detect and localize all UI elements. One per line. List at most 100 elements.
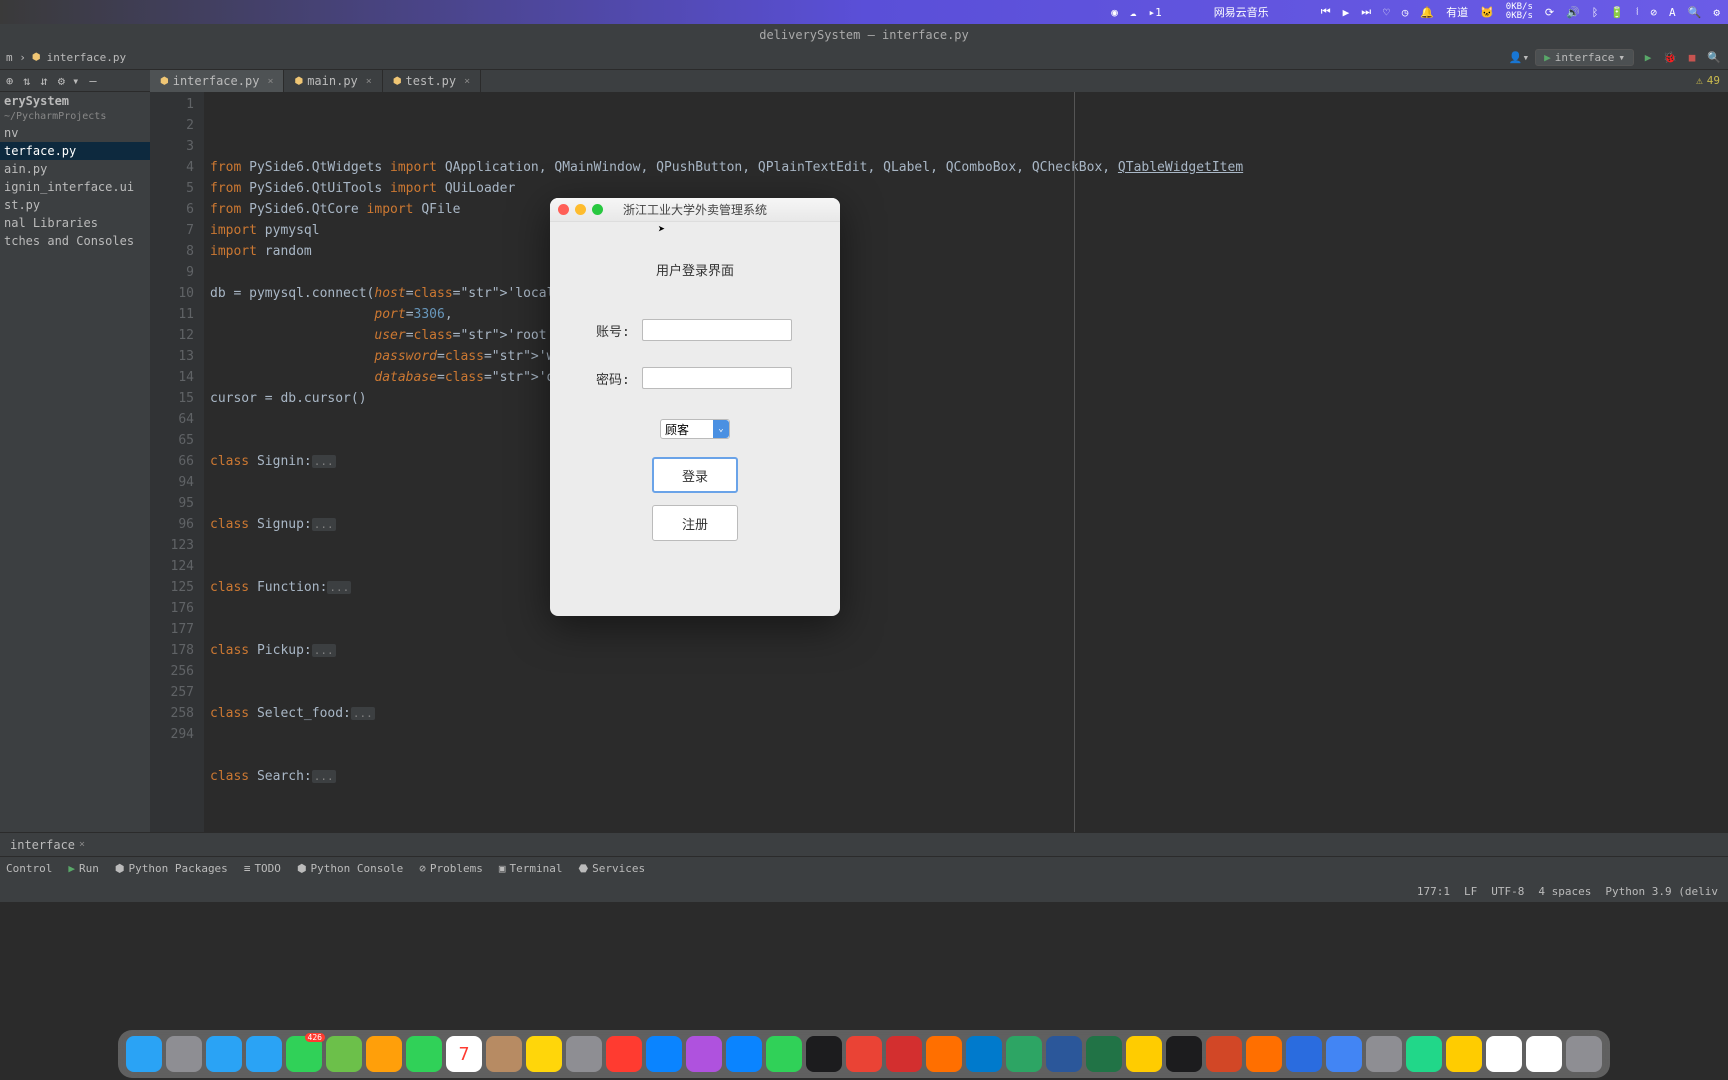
tab-test[interactable]: ⬢test.py× bbox=[383, 70, 481, 92]
dock-safari-icon[interactable] bbox=[206, 1036, 242, 1072]
login-button[interactable]: 登录 bbox=[652, 457, 738, 493]
close-icon[interactable]: × bbox=[366, 76, 372, 87]
sync-icon[interactable]: ⟳ bbox=[1545, 6, 1554, 19]
clock-icon[interactable]: ◷ bbox=[1402, 6, 1409, 19]
tree-item[interactable]: nal Libraries bbox=[0, 214, 150, 232]
close-icon[interactable]: × bbox=[464, 76, 470, 87]
dialog-titlebar[interactable]: 浙江工业大学外卖管理系统 bbox=[550, 198, 840, 222]
gear-icon[interactable]: ⚙ ▾ bbox=[58, 74, 80, 88]
bell-icon[interactable]: 🔔 bbox=[1420, 6, 1434, 19]
dock-settings-icon[interactable] bbox=[566, 1036, 602, 1072]
wifi-icon[interactable]: ⧙ bbox=[1636, 5, 1638, 19]
dock-app-icon[interactable] bbox=[1366, 1036, 1402, 1072]
password-input[interactable] bbox=[642, 367, 792, 389]
dock-facetime-icon[interactable] bbox=[406, 1036, 442, 1072]
dock-mail-icon[interactable] bbox=[246, 1036, 282, 1072]
input-icon[interactable]: A bbox=[1669, 6, 1676, 19]
warning-badge[interactable]: ⚠ 49 bbox=[1696, 74, 1720, 87]
dock-paper-icon[interactable] bbox=[1326, 1036, 1362, 1072]
code-area[interactable]: 1234567891011121314156465669495961231241… bbox=[150, 92, 1728, 832]
collapse-icon[interactable]: ⇵ bbox=[40, 74, 47, 88]
dock-excel-icon[interactable] bbox=[1086, 1036, 1122, 1072]
cat-icon[interactable]: 🐱 bbox=[1480, 6, 1494, 19]
dock-pycharm-icon[interactable] bbox=[1406, 1036, 1442, 1072]
dock-word-icon[interactable] bbox=[1046, 1036, 1082, 1072]
prev-track-icon[interactable]: ⏮ bbox=[1321, 5, 1331, 19]
username-input[interactable] bbox=[642, 319, 792, 341]
run-config-selector[interactable]: ▶ interface ▾ bbox=[1535, 49, 1634, 66]
dock-ppt-icon[interactable] bbox=[1206, 1036, 1242, 1072]
services-button[interactable]: ⬣ Services bbox=[578, 862, 645, 875]
battery-icon[interactable]: 🔋 bbox=[1610, 6, 1624, 19]
dock-baidu-icon[interactable] bbox=[1286, 1036, 1322, 1072]
dock-matlab-icon[interactable] bbox=[926, 1036, 962, 1072]
close-icon[interactable]: × bbox=[79, 839, 85, 850]
play-icon[interactable]: ▶ bbox=[1343, 6, 1350, 19]
dock-doc1-icon[interactable] bbox=[1486, 1036, 1522, 1072]
wechat-menubar-icon[interactable]: ☁ bbox=[1130, 6, 1137, 19]
dock-podcasts-icon[interactable] bbox=[686, 1036, 722, 1072]
dock-finder-icon[interactable] bbox=[126, 1036, 162, 1072]
dock-vscode-icon[interactable] bbox=[966, 1036, 1002, 1072]
bluetooth-icon[interactable]: ᛒ bbox=[1592, 6, 1599, 19]
dock-appstore-icon[interactable] bbox=[646, 1036, 682, 1072]
run-tab-interface[interactable]: interface× bbox=[0, 838, 95, 852]
expand-icon[interactable]: ⇅ bbox=[23, 74, 30, 88]
dock-maps-icon[interactable] bbox=[326, 1036, 362, 1072]
stop-button[interactable]: ■ bbox=[1684, 50, 1700, 66]
tree-item[interactable]: ignin_interface.ui bbox=[0, 178, 150, 196]
search-everywhere-icon[interactable]: 🔍 bbox=[1706, 50, 1722, 66]
tree-item[interactable]: ain.py bbox=[0, 160, 150, 178]
register-button[interactable]: 注册 bbox=[652, 505, 738, 541]
todo-button[interactable]: ≡ TODO bbox=[244, 862, 281, 875]
dock-wechat-icon[interactable] bbox=[766, 1036, 802, 1072]
next-track-icon[interactable]: ⏭ bbox=[1361, 5, 1371, 19]
heart-icon[interactable]: ♡ bbox=[1383, 6, 1390, 19]
run-tool-button[interactable]: ▶Run bbox=[68, 862, 99, 875]
dock-pen-icon[interactable] bbox=[1446, 1036, 1482, 1072]
problems-button[interactable]: ⊘ Problems bbox=[419, 862, 483, 875]
project-sidebar[interactable]: ⊕ ⇅ ⇵ ⚙ ▾ — erySystem ~/PycharmProjects … bbox=[0, 70, 150, 832]
dock-youdao-icon[interactable] bbox=[886, 1036, 922, 1072]
tree-item-selected[interactable]: terface.py bbox=[0, 142, 150, 160]
tree-item[interactable]: nv bbox=[0, 124, 150, 142]
target-icon[interactable]: ⊕ bbox=[6, 74, 13, 88]
hide-icon[interactable]: — bbox=[89, 74, 96, 88]
dock-launchpad-icon[interactable] bbox=[166, 1036, 202, 1072]
debug-button[interactable]: 🐞 bbox=[1662, 50, 1678, 66]
dock-music-icon[interactable] bbox=[606, 1036, 642, 1072]
dock-contacts-icon[interactable] bbox=[486, 1036, 522, 1072]
dock-wps-icon[interactable] bbox=[1246, 1036, 1282, 1072]
dock-idea-icon[interactable] bbox=[1166, 1036, 1202, 1072]
dock-doc2-icon[interactable] bbox=[1526, 1036, 1562, 1072]
dock-trash-icon[interactable] bbox=[1566, 1036, 1602, 1072]
dock-calendar-icon[interactable]: 7 bbox=[446, 1036, 482, 1072]
version-control-button[interactable]: Control bbox=[6, 862, 52, 875]
terminal-button[interactable]: ▣ Terminal bbox=[499, 862, 563, 875]
search-icon[interactable]: 🔍 bbox=[1688, 6, 1702, 19]
record-icon[interactable]: ◉ bbox=[1111, 6, 1118, 19]
breadcrumb-file[interactable]: interface.py bbox=[47, 51, 126, 64]
role-combobox[interactable]: 顾客 ⌄ bbox=[660, 419, 730, 439]
dock-photos-icon[interactable] bbox=[366, 1036, 402, 1072]
console-button[interactable]: ⬢ Python Console bbox=[297, 862, 403, 875]
run-button[interactable]: ▶ bbox=[1640, 50, 1656, 66]
tree-item[interactable]: tches and Consoles bbox=[0, 232, 150, 250]
dock-notes-icon[interactable] bbox=[526, 1036, 562, 1072]
volume-icon[interactable]: 🔊 bbox=[1566, 6, 1580, 19]
packages-button[interactable]: ⬢ Python Packages bbox=[115, 862, 228, 875]
youdao-icon[interactable]: 有道 bbox=[1446, 4, 1468, 20]
tab-interface[interactable]: ⬢interface.py× bbox=[150, 70, 284, 92]
dock-chrome-icon[interactable] bbox=[846, 1036, 882, 1072]
dock-terminal-icon[interactable] bbox=[806, 1036, 842, 1072]
spotlight-icon[interactable]: ⊘ bbox=[1650, 6, 1657, 19]
tree-item[interactable]: st.py bbox=[0, 196, 150, 214]
project-root[interactable]: erySystem ~/PycharmProjects bbox=[0, 92, 150, 124]
tab-main[interactable]: ⬢main.py× bbox=[284, 70, 382, 92]
code-content[interactable]: from PySide6.QtWidgets import QApplicati… bbox=[204, 92, 1728, 832]
dock-qq-icon[interactable] bbox=[726, 1036, 762, 1072]
dock-pages-icon[interactable] bbox=[1126, 1036, 1162, 1072]
user-icon[interactable]: 👤▾ bbox=[1509, 51, 1529, 64]
close-icon[interactable]: × bbox=[267, 76, 273, 87]
dock-messages-icon[interactable]: 426 bbox=[286, 1036, 322, 1072]
